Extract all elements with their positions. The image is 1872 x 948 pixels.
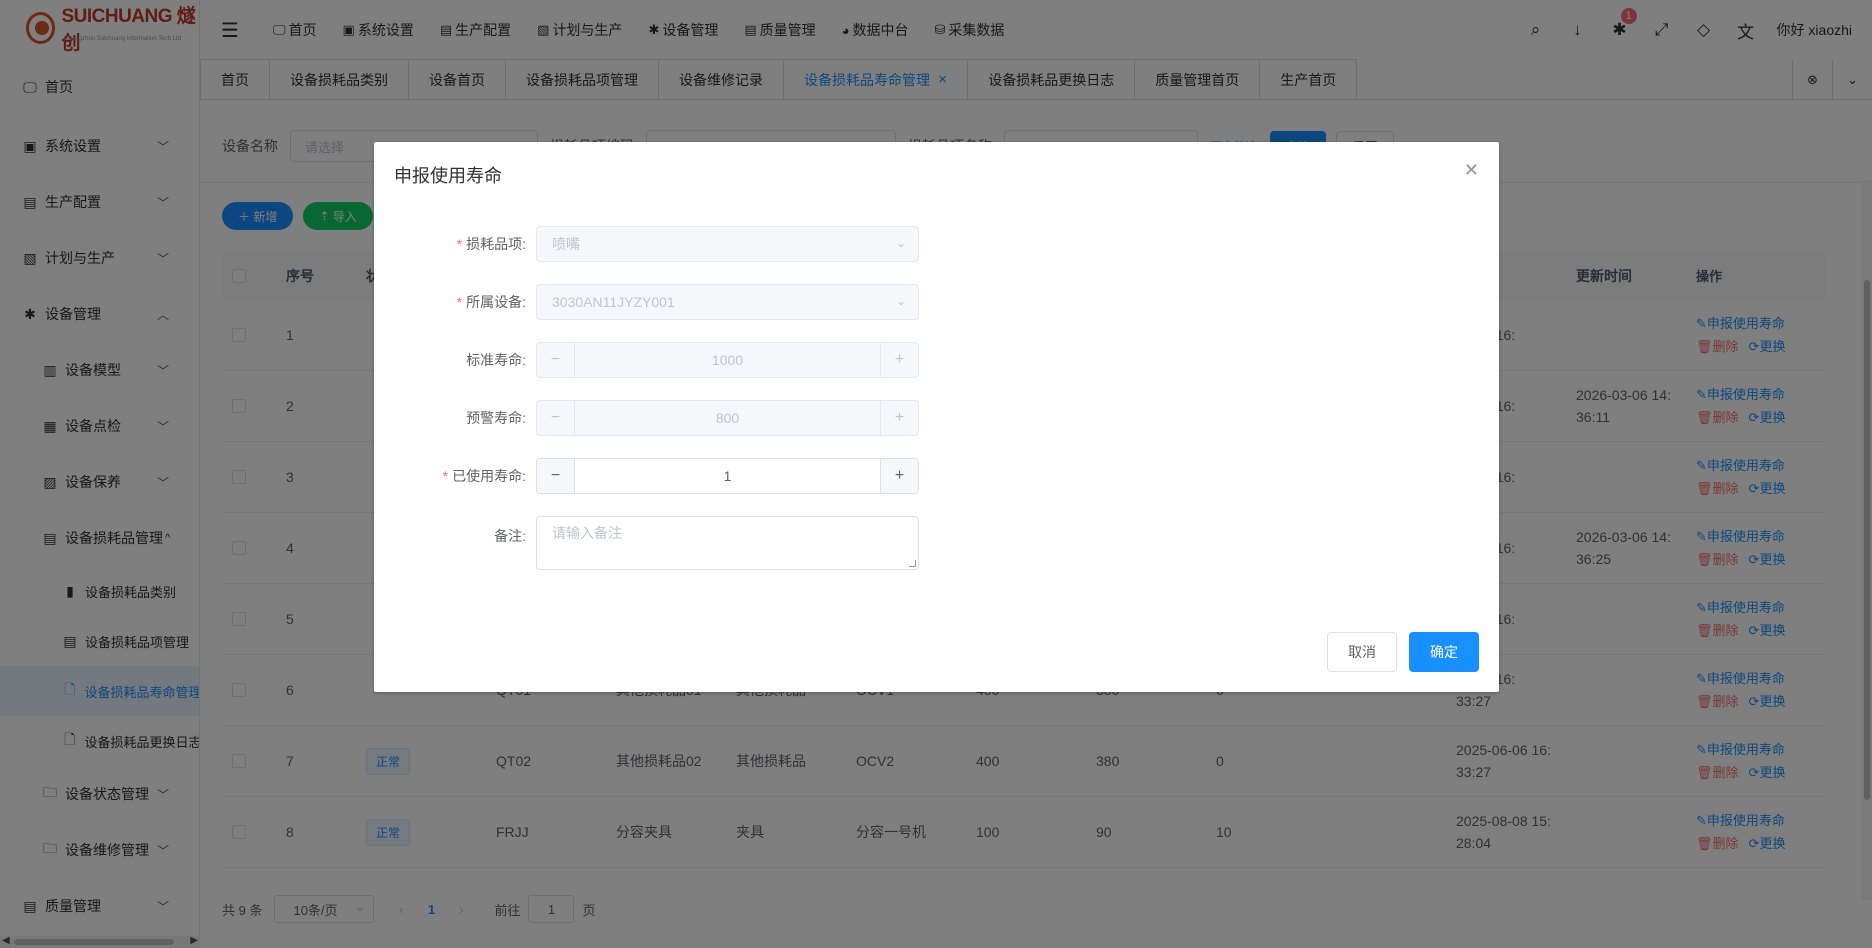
- confirm-button[interactable]: 确定: [1409, 632, 1479, 672]
- item-value: 喷嘴: [552, 236, 580, 252]
- required-mark: *: [456, 236, 463, 252]
- device-select[interactable]: 3030AN11JYZY001 ⌄: [536, 284, 919, 320]
- device-label: 所属设备:: [466, 294, 526, 310]
- std-life-value: 1000: [711, 352, 744, 368]
- form-label: * 所属设备:: [374, 292, 536, 312]
- used-label: 已使用寿命:: [452, 468, 526, 484]
- form-label: * 已使用寿命:: [374, 466, 536, 486]
- minus-icon: −: [537, 401, 575, 435]
- remark-label: 备注:: [494, 528, 526, 544]
- app-root: SUICHUANG 燧创 Guangzhou Suichuang Informa…: [0, 0, 1872, 948]
- form-row-item: * 损耗品项: 喷嘴 ⌄: [374, 226, 974, 262]
- required-mark: *: [442, 468, 449, 484]
- std-label: 标准寿命:: [466, 352, 526, 368]
- close-icon[interactable]: ✕: [1464, 160, 1479, 181]
- cancel-button[interactable]: 取消: [1327, 632, 1397, 672]
- used-life-stepper: − 1 +: [536, 458, 919, 494]
- remark-textarea[interactable]: 请输入备注: [536, 516, 919, 570]
- form-row-remark: 备注: 请输入备注: [374, 516, 974, 572]
- plus-icon: +: [880, 343, 918, 377]
- plus-icon[interactable]: +: [880, 459, 918, 493]
- form-row-warn-life: 预警寿命: − 800 +: [374, 400, 974, 436]
- item-label: 损耗品项:: [466, 236, 526, 252]
- std-life-stepper: − 1000 +: [536, 342, 919, 378]
- minus-icon[interactable]: −: [537, 459, 575, 493]
- item-select[interactable]: 喷嘴 ⌄: [536, 226, 919, 262]
- warn-label: 预警寿命:: [466, 410, 526, 426]
- dialog-title: 申报使用寿命: [394, 166, 502, 186]
- used-life-input[interactable]: 1: [575, 468, 880, 484]
- required-mark: *: [456, 294, 463, 310]
- chevron-down-icon: ⌄: [895, 294, 906, 308]
- form-row-used-life: * 已使用寿命: − 1 +: [374, 458, 974, 494]
- form-row-device: * 所属设备: 3030AN11JYZY001 ⌄: [374, 284, 974, 320]
- device-value: 3030AN11JYZY001: [552, 294, 675, 310]
- minus-icon: −: [537, 343, 575, 377]
- chevron-down-icon: ⌄: [895, 236, 906, 250]
- warn-life-stepper: − 800 +: [536, 400, 919, 436]
- report-life-dialog: 申报使用寿命 ✕ * 损耗品项: 喷嘴 ⌄ * 所属设备: 3030AN11JYZY0…: [374, 142, 1499, 692]
- form-label: * 损耗品项:: [374, 234, 536, 254]
- plus-icon: +: [880, 401, 918, 435]
- form-row-std-life: 标准寿命: − 1000 +: [374, 342, 974, 378]
- warn-life-value: 800: [715, 410, 740, 426]
- dialog-footer: 取消 确定: [1327, 632, 1479, 672]
